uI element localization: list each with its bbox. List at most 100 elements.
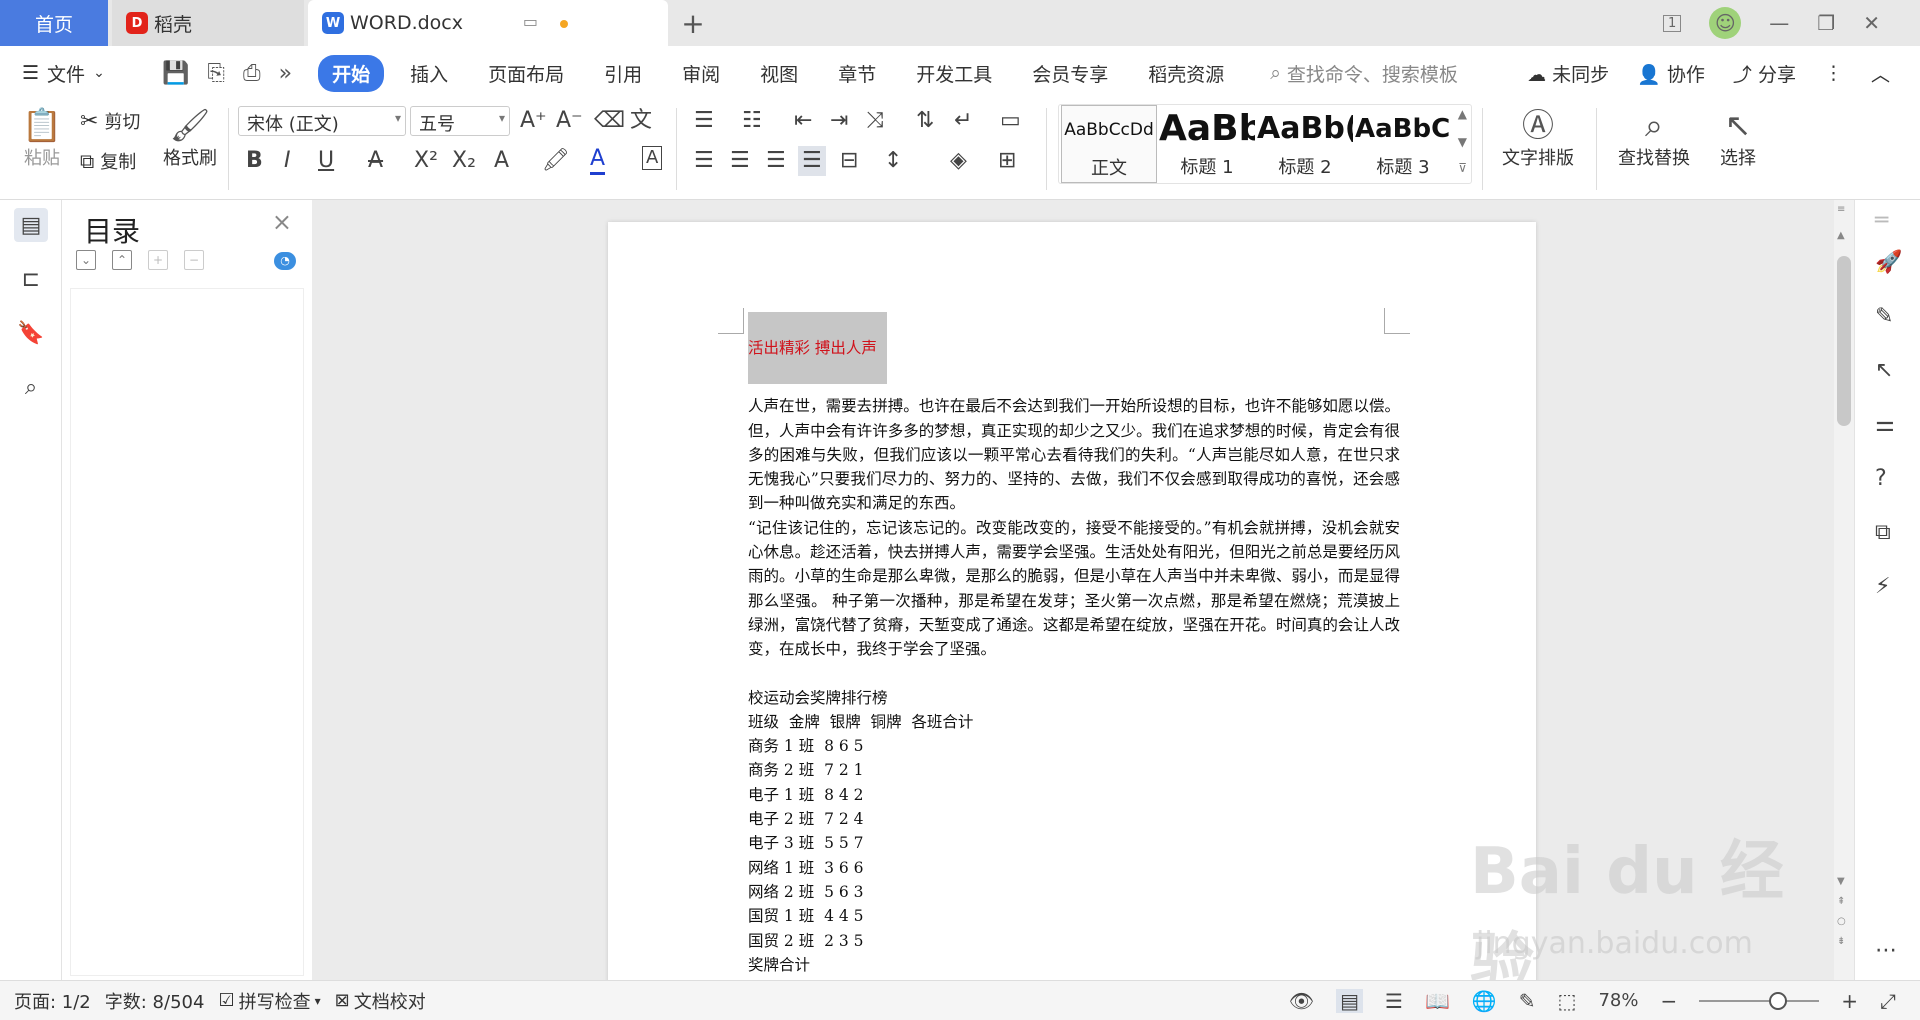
doc-check-button[interactable]: ⊠ 文档校对 bbox=[335, 988, 426, 1014]
paste-button[interactable]: 📋 粘贴 bbox=[14, 106, 70, 170]
collapse-all-icon[interactable]: ⌃ bbox=[112, 250, 132, 270]
paragraph-1[interactable]: 人声在世，需要去拼搏。也许在最后不会达到我们一开始所设想的目标，也许不能够如愿以… bbox=[748, 394, 1400, 515]
pinyin-icon[interactable]: 文 bbox=[630, 106, 652, 136]
tab-daoke[interactable]: D 稻壳 bbox=[112, 0, 304, 46]
document-body[interactable]: 活出精彩 搏出人声 人声在世，需要去拼搏。也许在最后不会达到我们一开始所设想的目… bbox=[748, 312, 1400, 977]
line-spacing-icon[interactable]: ↕ bbox=[884, 146, 902, 176]
table-row[interactable]: 电子 2 班 7 2 4 bbox=[748, 807, 1400, 831]
zoom-slider[interactable] bbox=[1699, 991, 1820, 1010]
copy-button[interactable]: ⧉ 复制 bbox=[80, 148, 136, 174]
zoom-slider-knob[interactable] bbox=[1769, 991, 1788, 1010]
char-border-icon[interactable]: A bbox=[642, 146, 663, 170]
tab-page-layout[interactable]: 页面布局 bbox=[474, 55, 578, 92]
more-options-icon[interactable]: ⋮ bbox=[1824, 62, 1843, 84]
paragraph-2[interactable]: “记住该记住的，忘记该忘记的。改变能改变的，接受不能接受的。”有机会就拼搏，没机… bbox=[748, 516, 1400, 662]
restore-icon[interactable]: ❐ bbox=[1817, 11, 1835, 35]
align-center-icon[interactable]: ☰ bbox=[730, 146, 750, 176]
style-normal[interactable]: AaBbCcDd 正文 bbox=[1061, 105, 1157, 183]
table-row[interactable]: 奖牌合计 bbox=[748, 953, 1400, 977]
sync-button[interactable]: ☁ 未同步 bbox=[1527, 60, 1609, 87]
tab-section[interactable]: 章节 bbox=[824, 55, 890, 92]
cut-button[interactable]: ✂ 剪切 bbox=[80, 108, 140, 134]
adjust-icon[interactable]: ⚌ bbox=[1875, 412, 1895, 437]
file-menu[interactable]: ☰ 文件 ⌄ bbox=[22, 60, 142, 87]
zoom-out-icon[interactable]: − bbox=[1660, 989, 1677, 1013]
split-icon[interactable]: ≡ bbox=[1837, 204, 1845, 215]
close-icon[interactable]: ✕ bbox=[1863, 11, 1880, 35]
menu-icon[interactable]: ═ bbox=[1875, 208, 1888, 233]
more-icon[interactable]: ⋯ bbox=[1875, 938, 1897, 963]
sort-icon[interactable]: ⇅ bbox=[916, 106, 934, 136]
highlight-icon[interactable]: 🖍 bbox=[542, 146, 570, 176]
help-icon[interactable]: ? bbox=[1875, 466, 1887, 491]
save-icon[interactable]: 💾 bbox=[162, 61, 189, 86]
navigation-icon[interactable]: ⊏ bbox=[14, 262, 48, 296]
selected-heading[interactable]: 活出精彩 搏出人声 bbox=[748, 312, 887, 385]
tab-member[interactable]: 会员专享 bbox=[1018, 55, 1122, 92]
table-header[interactable]: 班级 金牌 银牌 铜牌 各班合计 bbox=[748, 710, 1400, 734]
tab-word-document[interactable]: W WORD.docx ▭ bbox=[308, 0, 668, 46]
tab-insert[interactable]: 插入 bbox=[396, 55, 462, 92]
ruler-icon[interactable]: ▭ bbox=[1000, 106, 1021, 136]
subscript-icon[interactable]: X₂ bbox=[452, 146, 476, 176]
bookmark-icon[interactable]: 🔖 bbox=[14, 316, 48, 350]
document-page[interactable]: 活出精彩 搏出人声 人声在世，需要去拼搏。也许在最后不会达到我们一开始所设想的目… bbox=[608, 222, 1536, 980]
select-browse-icon[interactable]: ○ bbox=[1837, 916, 1846, 927]
tab-daoke-resources[interactable]: 稻壳资源 bbox=[1134, 55, 1238, 92]
font-shrink-icon[interactable]: A⁻ bbox=[556, 106, 583, 136]
numbered-list-icon[interactable]: ☷ bbox=[742, 106, 762, 136]
add-level-icon[interactable]: + bbox=[148, 250, 168, 270]
document-area[interactable]: 活出精彩 搏出人声 人声在世，需要去拼搏。也许在最后不会达到我们一开始所设想的目… bbox=[312, 200, 1834, 980]
table-title[interactable]: 校运动会奖牌排行榜 bbox=[748, 686, 1400, 710]
search-icon[interactable]: ⌕ bbox=[14, 370, 48, 404]
pen-icon[interactable]: ✎ bbox=[1875, 304, 1893, 329]
collapse-ribbon-icon[interactable]: ︿ bbox=[1871, 60, 1890, 87]
tab-view[interactable]: 视图 bbox=[746, 55, 812, 92]
underline-icon[interactable]: U bbox=[318, 146, 334, 176]
ai-icon[interactable]: ⚡ bbox=[1875, 574, 1890, 599]
style-heading3[interactable]: AaBbC( 标题 3 bbox=[1355, 105, 1451, 183]
remove-level-icon[interactable]: − bbox=[184, 250, 204, 270]
style-expand-icon[interactable]: ⊽ bbox=[1458, 161, 1467, 175]
shading-icon[interactable]: ◈ bbox=[950, 146, 967, 176]
command-search[interactable]: ⌕ 查找命令、搜索模板 bbox=[1270, 60, 1458, 87]
toc-panel-icon[interactable]: ▤ bbox=[14, 208, 48, 242]
borders-icon[interactable]: ⊞ bbox=[998, 146, 1016, 176]
fullscreen-icon[interactable]: ⤢ bbox=[1880, 989, 1896, 1013]
font-grow-icon[interactable]: A⁺ bbox=[520, 106, 547, 136]
style-scroll-down-icon[interactable]: ▼ bbox=[1458, 135, 1467, 149]
outline-view-icon[interactable]: ☰ bbox=[1385, 989, 1403, 1013]
page-count[interactable]: 页面: 1/2 bbox=[14, 988, 91, 1014]
find-replace-button[interactable]: ⌕ 查找替换 bbox=[1608, 106, 1700, 170]
increase-indent-icon[interactable]: ⇥ bbox=[830, 106, 848, 136]
distribute-icon[interactable]: ⊟ bbox=[840, 146, 858, 176]
show-marks-icon[interactable]: ↵ bbox=[954, 106, 972, 136]
superscript-icon[interactable]: X² bbox=[414, 146, 438, 176]
clear-format-icon[interactable]: ⌫ bbox=[594, 106, 625, 136]
pointer-icon[interactable]: ↖ bbox=[1875, 358, 1893, 383]
table-row[interactable]: 商务 1 班 8 6 5 bbox=[748, 734, 1400, 758]
font-name-select[interactable]: 宋体 (正文) bbox=[238, 106, 406, 136]
tab-start[interactable]: 开始 bbox=[318, 54, 385, 92]
tab-home[interactable]: 首页 bbox=[0, 0, 108, 46]
table-row[interactable]: 网络 2 班 5 6 3 bbox=[748, 880, 1400, 904]
tab-review[interactable]: 审阅 bbox=[668, 55, 734, 92]
font-color-icon[interactable]: A bbox=[590, 146, 606, 175]
export-pdf-icon[interactable]: ⎘ bbox=[207, 61, 225, 86]
collab-button[interactable]: 👤 协作 bbox=[1637, 60, 1705, 87]
text-effect-icon[interactable]: A bbox=[494, 146, 509, 176]
scrollbar-thumb[interactable] bbox=[1837, 256, 1851, 426]
page-indicator[interactable]: 1 bbox=[1663, 14, 1682, 32]
italic-icon[interactable]: I bbox=[284, 146, 291, 176]
table-row[interactable]: 电子 1 班 8 4 2 bbox=[748, 783, 1400, 807]
print-icon[interactable]: ⎙ bbox=[243, 61, 261, 86]
minimize-icon[interactable]: — bbox=[1769, 11, 1789, 35]
select-button[interactable]: ↖ 选择 bbox=[1708, 106, 1768, 170]
style-heading1[interactable]: AaBb 标题 1 bbox=[1159, 105, 1255, 183]
vertical-scrollbar[interactable]: ≡ ▲ ▼ ⇞ ○ ⇟ bbox=[1834, 200, 1854, 980]
decrease-indent-icon[interactable]: ⇤ bbox=[794, 106, 812, 136]
smart-toc-icon[interactable]: ◔ bbox=[274, 252, 296, 270]
write-view-icon[interactable]: ✎ bbox=[1519, 989, 1536, 1013]
bullet-list-icon[interactable]: ☰ bbox=[694, 106, 714, 136]
word-count[interactable]: 字数: 8/504 bbox=[105, 988, 205, 1014]
